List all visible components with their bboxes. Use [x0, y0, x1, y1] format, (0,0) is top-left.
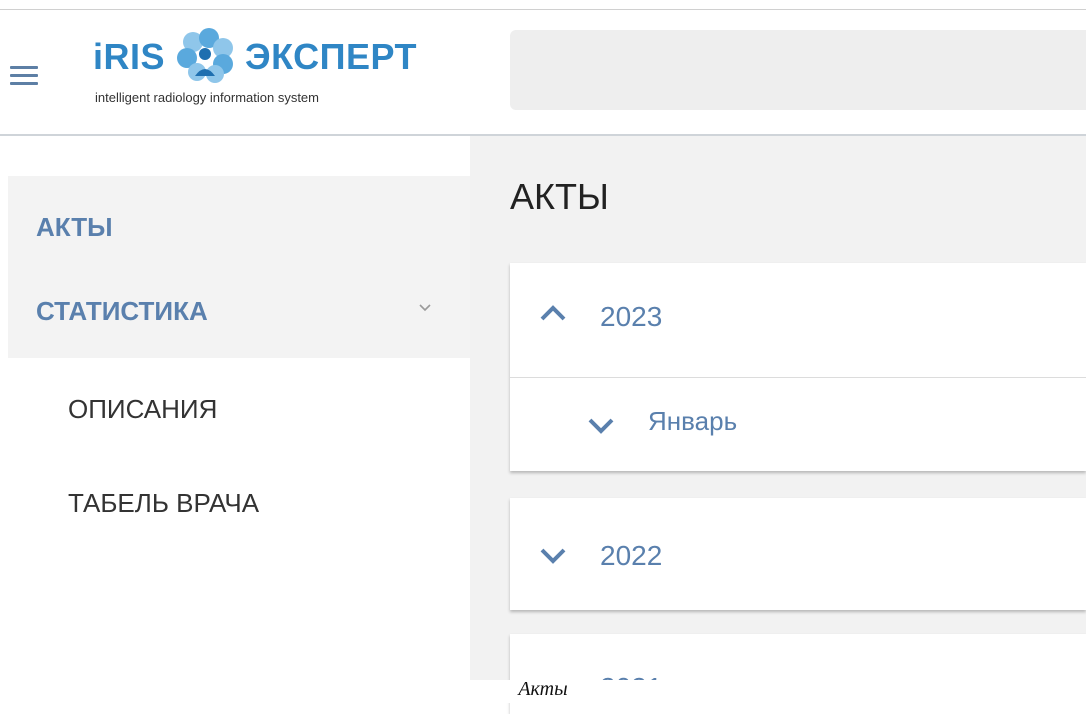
chevron-up-icon [540, 305, 566, 321]
sidebar-item-statistika[interactable]: СТАТИСТИКА [8, 266, 470, 358]
logo-ekspert-text: ЭКСПЕРТ [245, 36, 418, 77]
year-label: 2022 [600, 540, 663, 571]
month-row-january[interactable]: Январь [510, 378, 1086, 471]
page-title: АКТЫ [510, 176, 609, 217]
sidebar: АКТЫ СТАТИСТИКА ОПИСАНИЯ ТАБЕЛЬ ВРАЧА [0, 136, 470, 703]
chevron-down-icon [588, 418, 614, 434]
sidebar-item-tabel-vracha[interactable]: ТАБЕЛЬ ВРАЧА [68, 488, 259, 519]
figure-caption: Акты [518, 678, 568, 700]
brain-icon [177, 28, 233, 83]
year-card-2023: 2023 Январь [510, 263, 1086, 471]
main-content: АКТЫ 2023 Январь 2022 2021 [470, 136, 1086, 714]
sidebar-item-label: СТАТИСТИКА [36, 296, 208, 326]
chevron-down-icon[interactable] [418, 300, 432, 314]
app-logo[interactable]: iRIS ЭКСПЕРТ intelligent radiology infor… [93, 28, 433, 118]
year-row-2023[interactable]: 2023 [510, 263, 1086, 378]
logo-tagline: intelligent radiology information system [95, 90, 319, 105]
hamburger-menu-icon[interactable] [10, 66, 38, 88]
search-bar[interactable] [510, 30, 1086, 110]
year-label: 2023 [600, 301, 663, 332]
year-row-2022[interactable]: 2022 [510, 498, 1086, 610]
sidebar-item-akty[interactable]: АКТЫ [8, 176, 470, 266]
month-label: Январь [648, 406, 738, 436]
sidebar-item-label: АКТЫ [36, 212, 113, 242]
chevron-down-icon [540, 548, 566, 564]
sidebar-item-opisaniya[interactable]: ОПИСАНИЯ [68, 394, 217, 425]
year-card-2022: 2022 [510, 498, 1086, 610]
logo-iris-text: iRIS [93, 36, 166, 77]
